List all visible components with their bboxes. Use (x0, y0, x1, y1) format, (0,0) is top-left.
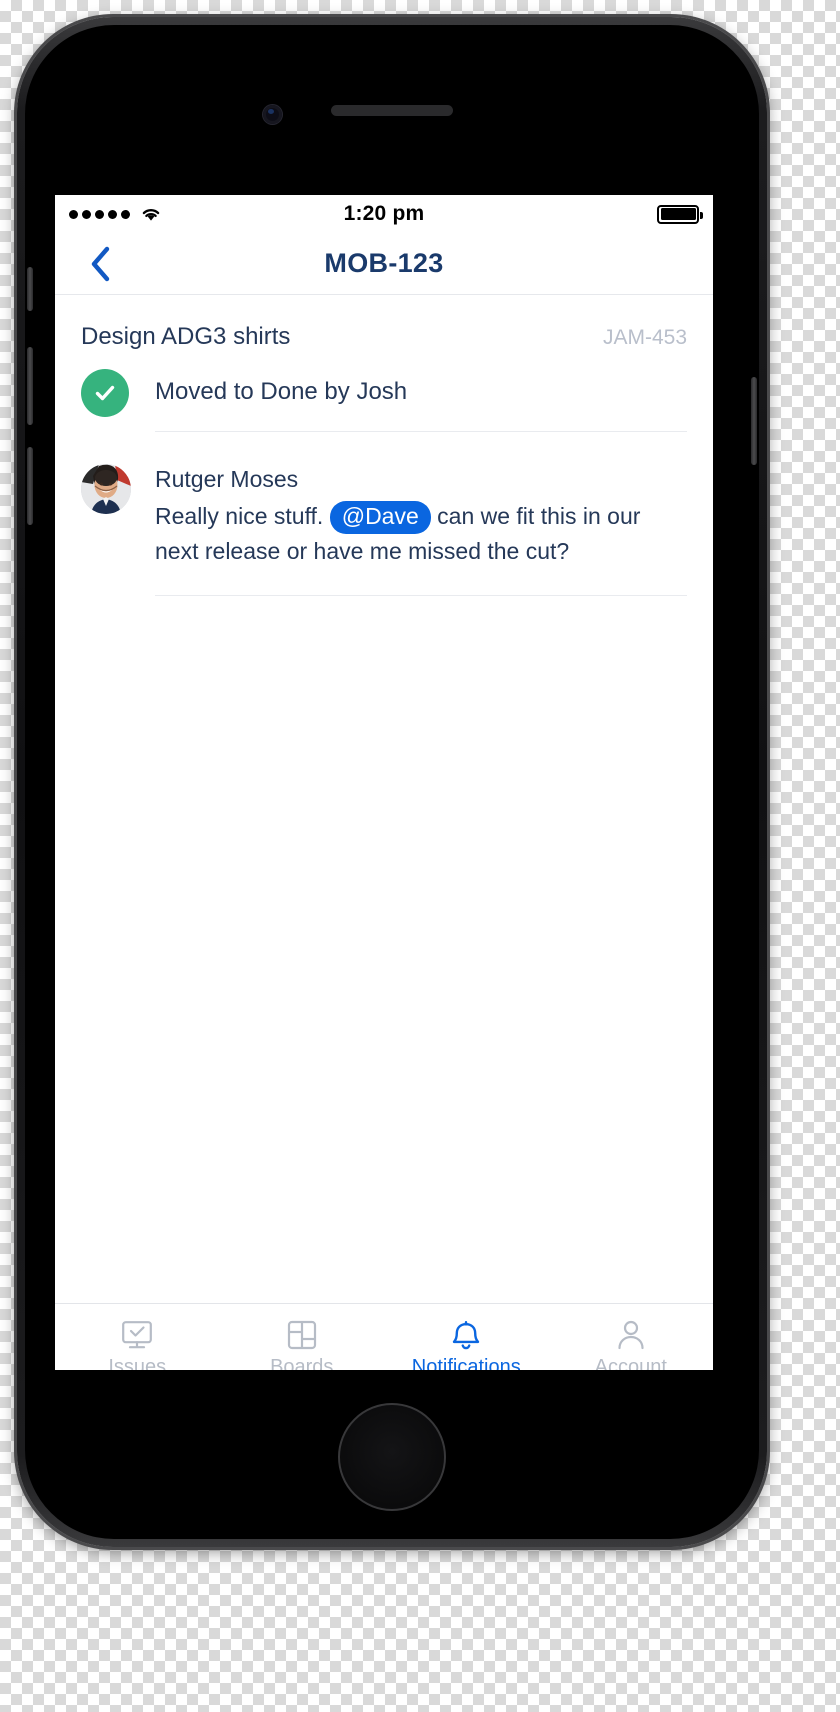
wifi-icon (140, 206, 162, 222)
comment-text: Really nice stuff. @Dave can we fit this… (155, 499, 687, 569)
tab-label-issues: Issues (108, 1356, 167, 1370)
signal-dots-icon (69, 209, 130, 219)
activity-status-body: Moved to Done by Josh (155, 369, 687, 432)
power-button[interactable] (751, 377, 757, 465)
issue-header: Design ADG3 shirts JAM-453 (55, 295, 713, 357)
navigation-bar: MOB-123 (55, 233, 713, 295)
bell-icon (451, 1318, 481, 1352)
person-icon (616, 1318, 646, 1352)
front-camera-icon (263, 105, 282, 124)
tab-label-account: Account (594, 1356, 667, 1370)
tab-label-boards: Boards (270, 1356, 334, 1370)
issue-title: Design ADG3 shirts (81, 323, 291, 350)
status-bar: 1:20 pm (55, 195, 713, 233)
earpiece-speaker (331, 105, 453, 116)
battery-full-icon (657, 204, 703, 224)
tab-account[interactable]: Account (549, 1304, 714, 1370)
screenshot-canvas: 1:20 pm MOB-123 Design ADG3 shirts JAM-4… (0, 0, 840, 1712)
bottom-tab-bar: Issues Boards Notifications Account (55, 1303, 713, 1370)
activity-item-status-change[interactable]: Moved to Done by Josh (55, 357, 713, 442)
check-circle-icon (81, 369, 129, 417)
comment-body: Rutger Moses Really nice stuff. @Dave ca… (155, 464, 687, 596)
issue-detail-content: Design ADG3 shirts JAM-453 Moved to Done… (55, 295, 713, 1303)
issues-monitor-check-icon (121, 1318, 153, 1352)
avatar (81, 464, 131, 514)
comment-text-before: Really nice stuff. (155, 503, 324, 530)
tab-notifications[interactable]: Notifications (384, 1304, 549, 1370)
comment-author: Rutger Moses (155, 466, 299, 492)
silent-switch[interactable] (27, 267, 33, 311)
activity-item-comment[interactable]: Rutger Moses Really nice stuff. @Dave ca… (55, 442, 713, 606)
page-title: MOB-123 (324, 248, 444, 278)
home-button[interactable] (338, 1403, 446, 1511)
activity-status-text: Moved to Done by Josh (155, 378, 408, 405)
status-bar-left (69, 206, 162, 222)
phone-screen: 1:20 pm MOB-123 Design ADG3 shirts JAM-4… (55, 195, 713, 1370)
mention-chip-dave[interactable]: @Dave (329, 501, 431, 535)
issue-key: JAM-453 (602, 326, 687, 349)
tab-boards[interactable]: Boards (220, 1304, 385, 1370)
tab-issues[interactable]: Issues (55, 1304, 220, 1370)
volume-up-button[interactable] (27, 347, 33, 425)
volume-down-button[interactable] (27, 447, 33, 525)
tab-label-notifications: Notifications (411, 1356, 521, 1370)
boards-grid-icon (287, 1318, 317, 1352)
status-bar-right (657, 204, 703, 224)
phone-device-frame: 1:20 pm MOB-123 Design ADG3 shirts JAM-4… (17, 17, 767, 1547)
